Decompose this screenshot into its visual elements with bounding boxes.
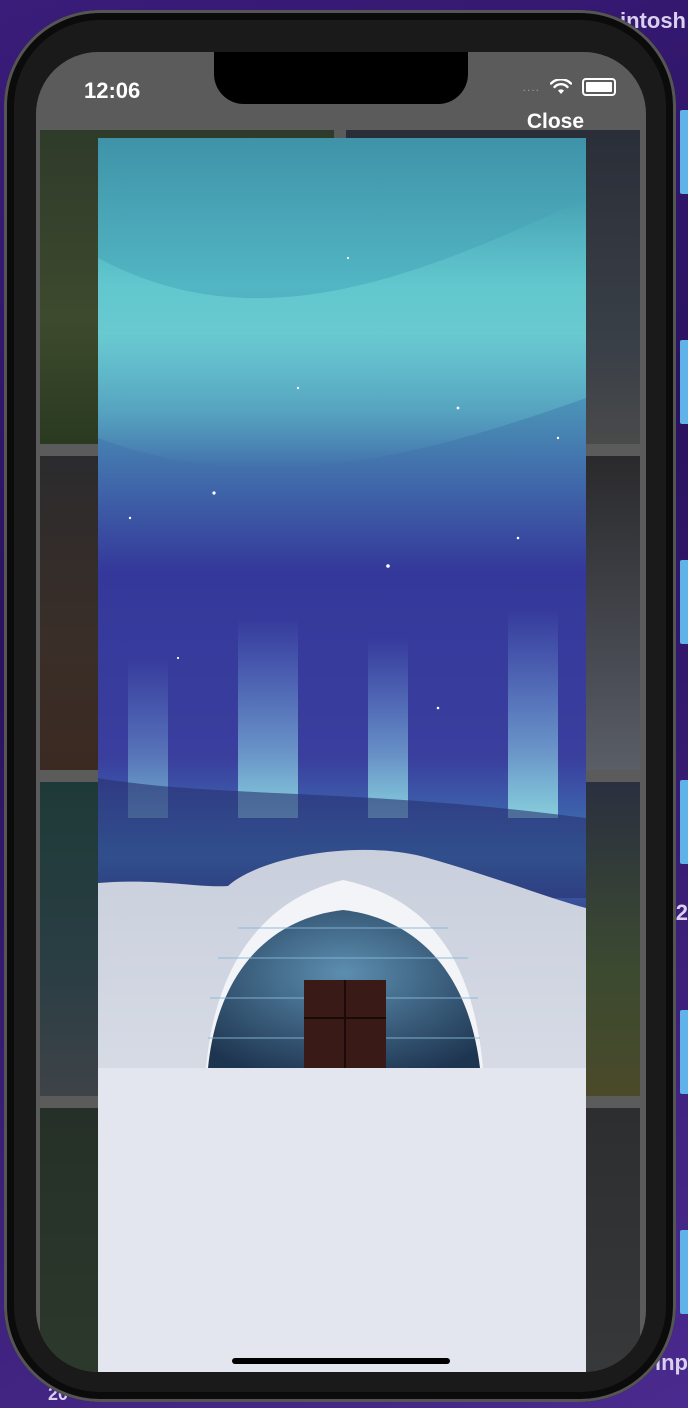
aurora-igloo-photo <box>98 138 586 1372</box>
close-button[interactable]: Close <box>527 110 584 134</box>
desktop-edge-tab <box>680 1230 688 1314</box>
desktop-edge-tab <box>680 780 688 864</box>
status-time: 12:06 <box>84 78 141 103</box>
home-indicator[interactable] <box>232 1358 450 1364</box>
signal-icon: .... <box>522 80 540 94</box>
desktop-label-mid: 2 <box>675 900 688 925</box>
desktop-edge-tab <box>680 1010 688 1094</box>
status-icons: .... <box>523 78 616 96</box>
phone-screen: 12:06 .... Close <box>36 52 646 1372</box>
desktop-edge-tab <box>680 110 688 194</box>
desktop-edge-tab <box>680 560 688 644</box>
wifi-icon <box>550 79 572 94</box>
desktop-edge-tab <box>680 340 688 424</box>
battery-icon <box>582 78 616 96</box>
phone-frame: 12:06 .... Close <box>4 10 676 1402</box>
photo-viewer[interactable] <box>98 138 586 1372</box>
notch <box>214 52 468 104</box>
